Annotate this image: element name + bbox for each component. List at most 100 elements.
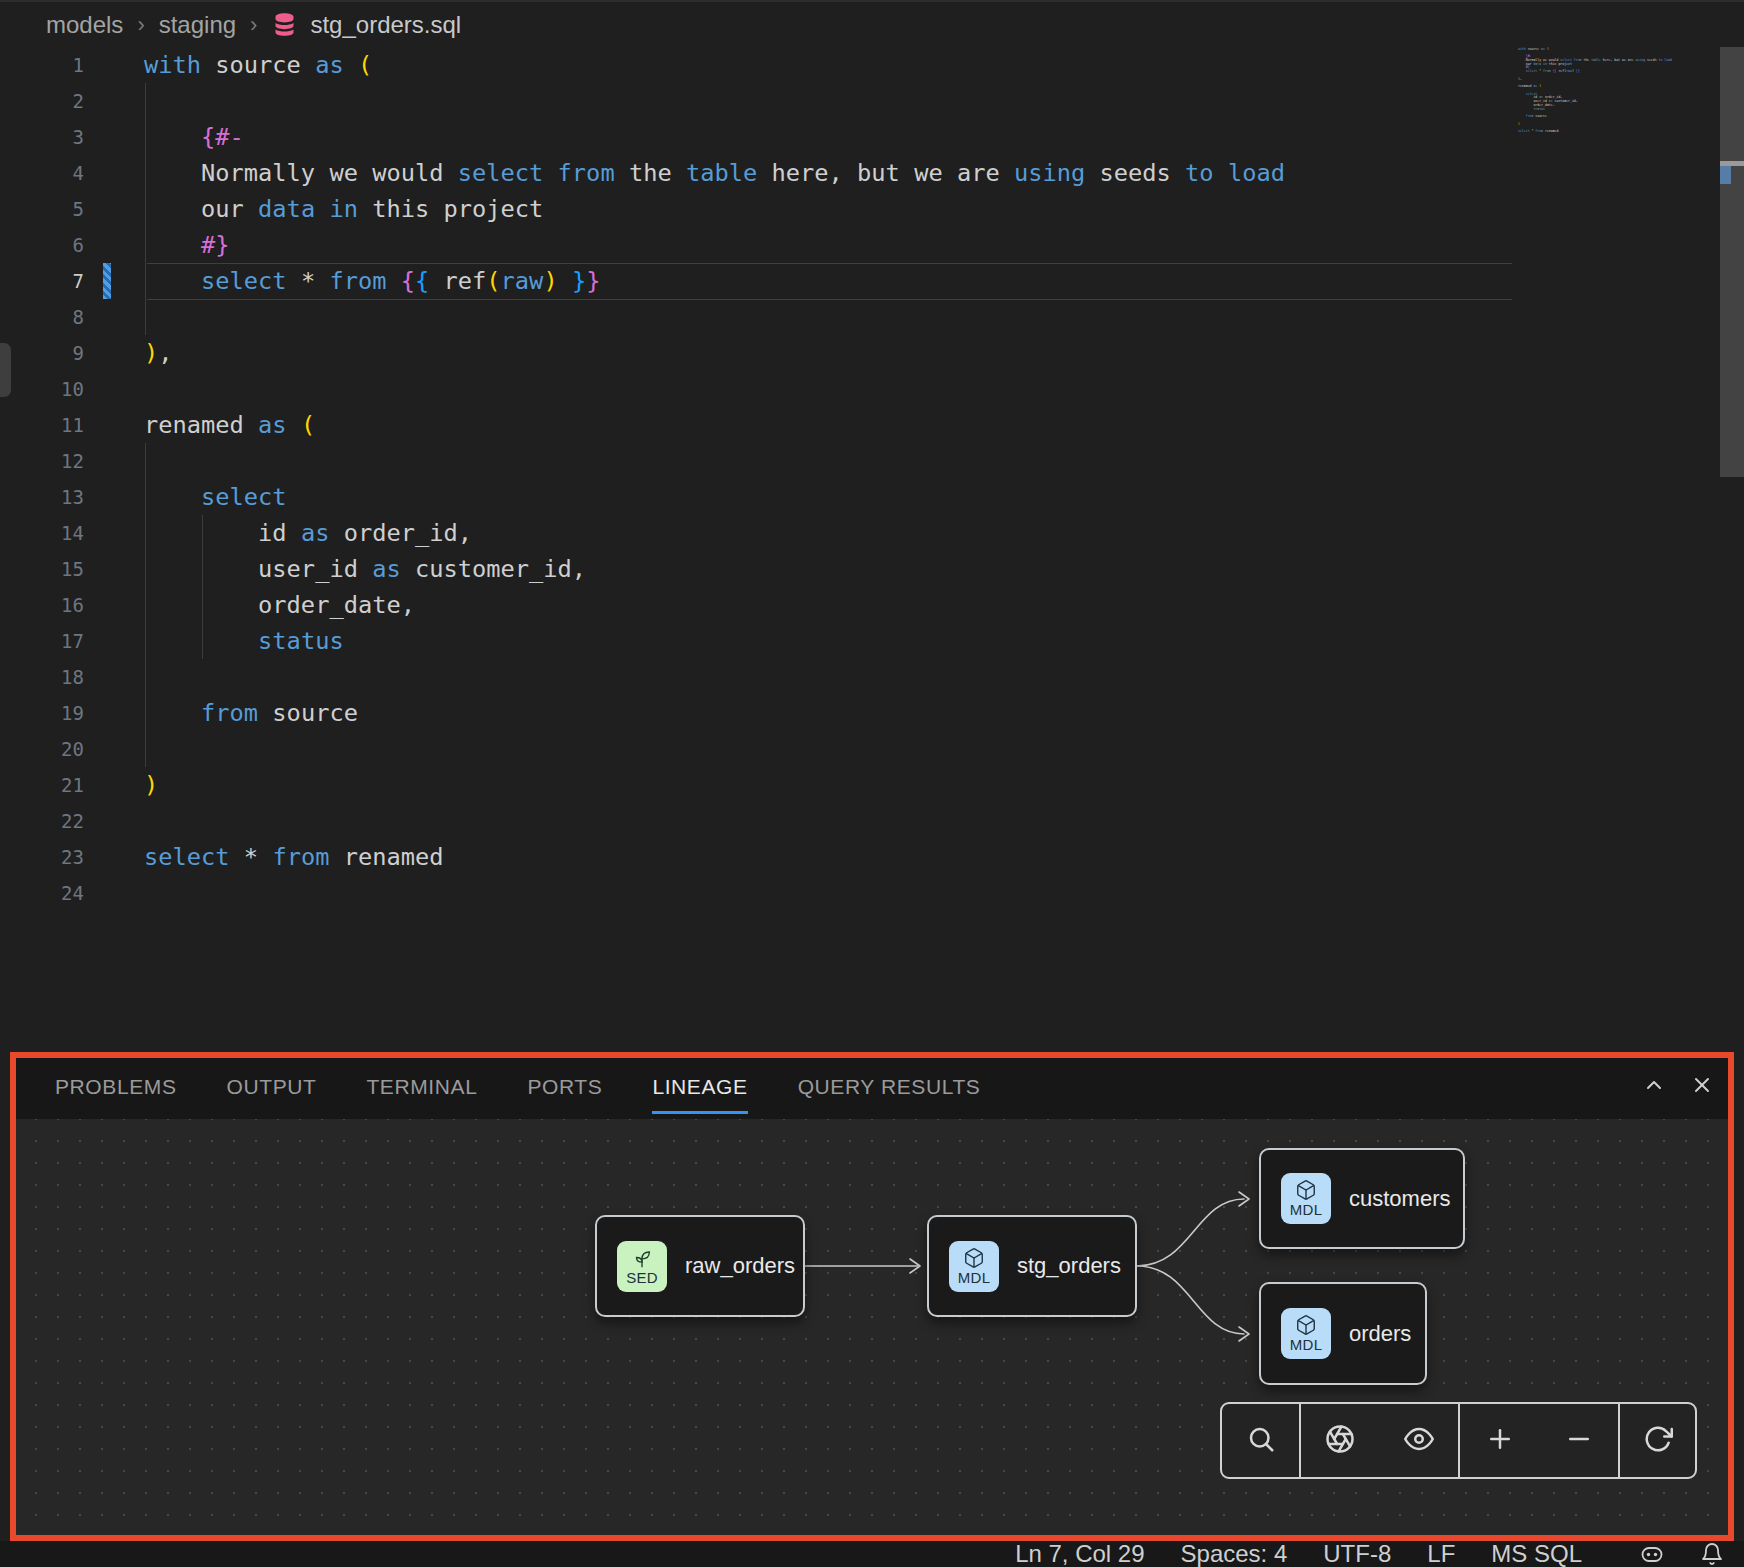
- minimap-line: [1518, 133, 1707, 137]
- panel-tab-output[interactable]: OUTPUT: [227, 1058, 317, 1114]
- code-line[interactable]: from source: [144, 695, 1285, 731]
- vscode-window: models›staging›stg_orders.sql 1234567891…: [0, 0, 1744, 1567]
- code-line[interactable]: renamed as (: [144, 407, 1285, 443]
- line-number: 8: [0, 299, 84, 335]
- code-line[interactable]: [144, 83, 1285, 119]
- line-number: 13: [0, 479, 84, 515]
- node-badge-label: SED: [626, 1269, 658, 1286]
- code-line[interactable]: [144, 371, 1285, 407]
- lineage-canvas[interactable]: SED raw_orders MDL stg_orders MDLcustomers MD…: [16, 1119, 1728, 1535]
- line-number: 5: [0, 191, 84, 227]
- code-line[interactable]: ),: [144, 335, 1285, 371]
- status-item[interactable]: Spaces: 4: [1181, 1540, 1288, 1567]
- node-label: raw_orders: [685, 1253, 795, 1279]
- line-number: 2: [0, 83, 84, 119]
- code-line[interactable]: user_id as customer_id,: [144, 551, 1285, 587]
- code-content[interactable]: with source as ( {#- Normally we would s…: [144, 47, 1285, 911]
- code-line[interactable]: select * from {{ ref(raw) }}: [144, 263, 1285, 299]
- search-button[interactable]: [1222, 1424, 1299, 1458]
- cube-icon: [1295, 1179, 1317, 1201]
- breadcrumb-file-label: stg_orders.sql: [310, 11, 461, 39]
- lineage-node-customers[interactable]: MDLcustomers: [1259, 1148, 1465, 1249]
- modified-line-gutter-marker: [103, 263, 111, 299]
- node-type-badge: SED: [617, 1241, 667, 1292]
- zoom-out-button[interactable]: [1539, 1424, 1618, 1458]
- code-line[interactable]: [144, 443, 1285, 479]
- line-number: 15: [0, 551, 84, 587]
- code-line[interactable]: ): [144, 767, 1285, 803]
- code-editor[interactable]: 123456789101112131415161718192021222324 …: [0, 47, 1744, 1052]
- database-icon: [271, 11, 298, 38]
- status-item[interactable]: Ln 7, Col 29: [1015, 1540, 1144, 1567]
- line-number: 11: [0, 407, 84, 443]
- copilot-icon[interactable]: [1640, 1542, 1664, 1566]
- lineage-node-raw_orders[interactable]: SED raw_orders: [595, 1215, 805, 1317]
- line-number: 10: [0, 371, 84, 407]
- line-number: 3: [0, 119, 84, 155]
- code-line[interactable]: status: [144, 623, 1285, 659]
- sprout-icon: [631, 1247, 653, 1269]
- aperture-button[interactable]: [1301, 1424, 1380, 1458]
- refresh-button[interactable]: [1620, 1424, 1695, 1458]
- code-line[interactable]: [144, 731, 1285, 767]
- close-icon[interactable]: [1690, 1073, 1714, 1101]
- status-bar: Ln 7, Col 29 Spaces: 4 UTF-8 LF MS SQL: [0, 1541, 1744, 1567]
- node-label: stg_orders: [1017, 1253, 1121, 1279]
- code-line[interactable]: select * from renamed: [144, 839, 1285, 875]
- line-number: 18: [0, 659, 84, 695]
- breadcrumb-file[interactable]: stg_orders.sql: [271, 11, 461, 39]
- vertical-scrollbar[interactable]: [1720, 47, 1744, 477]
- panel-tab-lineage[interactable]: LINEAGE: [652, 1058, 747, 1114]
- code-line[interactable]: [144, 659, 1285, 695]
- panel-tab-query-results[interactable]: QUERY RESULTS: [798, 1058, 981, 1114]
- refresh-icon: [1643, 1424, 1673, 1458]
- line-number: 9: [0, 335, 84, 371]
- node-label: orders: [1349, 1321, 1411, 1347]
- line-number: 24: [0, 875, 84, 911]
- toolbar-section: [1460, 1404, 1620, 1477]
- zoom-out-icon: [1564, 1424, 1594, 1458]
- breadcrumb-item[interactable]: staging: [159, 11, 236, 39]
- eye-button[interactable]: [1380, 1424, 1459, 1458]
- chevron-up-icon[interactable]: [1642, 1073, 1666, 1101]
- lineage-node-orders[interactable]: MDL orders: [1259, 1282, 1427, 1385]
- lineage-edge: [1137, 1266, 1244, 1334]
- node-type-badge: MDL: [1281, 1308, 1331, 1359]
- code-line[interactable]: [144, 299, 1285, 335]
- node-badge-label: MDL: [958, 1269, 991, 1286]
- code-line[interactable]: [144, 875, 1285, 911]
- chevron-right-icon: ›: [250, 12, 257, 38]
- status-item[interactable]: MS SQL: [1491, 1540, 1582, 1567]
- status-item[interactable]: LF: [1427, 1540, 1455, 1567]
- code-line[interactable]: #}: [144, 227, 1285, 263]
- panel-tab-ports[interactable]: PORTS: [527, 1058, 602, 1114]
- code-line[interactable]: order_date,: [144, 587, 1285, 623]
- line-number: 14: [0, 515, 84, 551]
- lineage-node-stg_orders[interactable]: MDL stg_orders: [927, 1215, 1137, 1317]
- panel-header-actions: [1642, 1073, 1714, 1101]
- line-number: 20: [0, 731, 84, 767]
- code-line[interactable]: id as order_id,: [144, 515, 1285, 551]
- eye-icon: [1404, 1424, 1434, 1458]
- code-line[interactable]: our data in this project: [144, 191, 1285, 227]
- minimap[interactable]: with source as ( {#- Normally we would s…: [1518, 47, 1707, 137]
- search-icon: [1246, 1424, 1276, 1458]
- left-edge-handle[interactable]: [0, 343, 11, 397]
- code-line[interactable]: with source as (: [144, 47, 1285, 83]
- breadcrumb-item[interactable]: models: [46, 11, 123, 39]
- code-line[interactable]: {#-: [144, 119, 1285, 155]
- code-line[interactable]: select: [144, 479, 1285, 515]
- status-item[interactable]: UTF-8: [1323, 1540, 1391, 1567]
- panel-tab-bar: PROBLEMS OUTPUT TERMINAL PORTS LINEAGE QUERY …: [16, 1058, 1728, 1119]
- lineage-toolbar: [1220, 1402, 1697, 1479]
- code-line[interactable]: [144, 803, 1285, 839]
- chevron-right-icon: ›: [137, 12, 144, 38]
- zoom-in-button[interactable]: [1460, 1424, 1539, 1458]
- node-badge-label: MDL: [1290, 1336, 1323, 1353]
- code-line[interactable]: Normally we would select from the table …: [144, 155, 1285, 191]
- panel-tab-problems[interactable]: PROBLEMS: [55, 1058, 177, 1114]
- panel-tab-terminal[interactable]: TERMINAL: [366, 1058, 477, 1114]
- bottom-panel: PROBLEMS OUTPUT TERMINAL PORTS LINEAGE QUERY …: [10, 1052, 1734, 1541]
- line-number: 1: [0, 47, 84, 83]
- bell-icon[interactable]: [1700, 1542, 1724, 1566]
